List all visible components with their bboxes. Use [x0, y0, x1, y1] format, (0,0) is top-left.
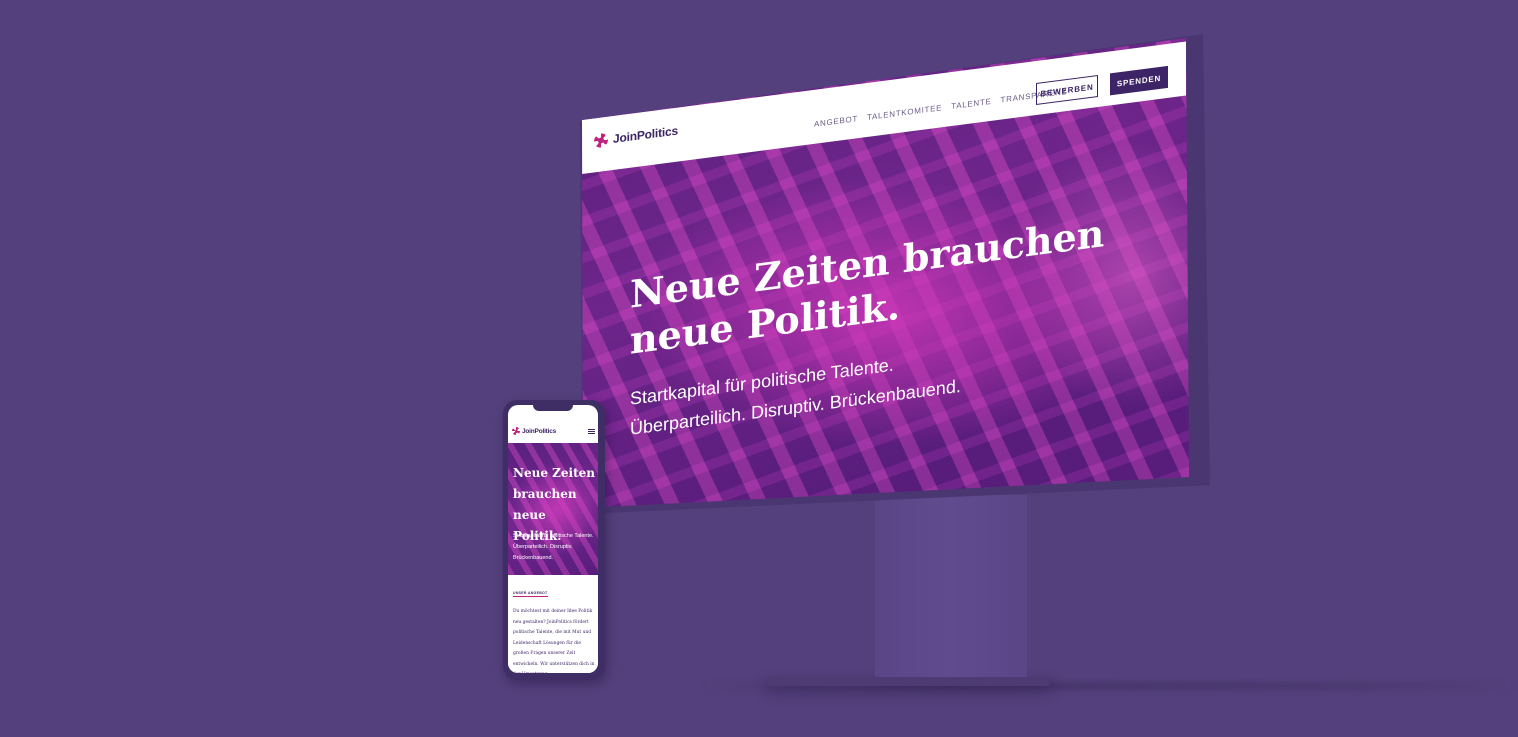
phone-logo-text: JoinPolitics	[522, 427, 557, 435]
phone-notch	[533, 405, 573, 411]
nav-item-angebot[interactable]: ANGEBOT	[814, 114, 858, 129]
phone-site-logo[interactable]: JoinPolitics	[512, 427, 556, 435]
monitor-stand-base	[767, 676, 1049, 686]
phone-screen: JoinPolitics Neue Zeiten brauchen neue P…	[508, 405, 598, 673]
logo-text: JoinPolitics	[613, 123, 678, 146]
phone-hero: Neue Zeiten brauchen neue Politik. Start…	[508, 443, 598, 575]
intro-paragraph: Du möchtest mit deiner Idee Politik neu …	[513, 609, 595, 673]
desktop-screen: JoinPolitics ANGEBOT TALENTKOMITEE TALEN…	[582, 38, 1189, 508]
phone-header: JoinPolitics	[508, 419, 598, 443]
apply-button[interactable]: BEWERBEN	[1036, 74, 1098, 106]
main-nav: ANGEBOT TALENTKOMITEE TALENTE TRANSPAREN…	[814, 87, 1067, 129]
monitor-stand-neck	[875, 495, 1027, 677]
desktop-page: JoinPolitics ANGEBOT TALENTKOMITEE TALEN…	[582, 38, 1186, 508]
joinpolitics-flower-icon	[594, 132, 608, 149]
nav-item-talentkomitee[interactable]: TALENTKOMITEE	[867, 103, 942, 122]
phone-content: UNSER ANGEBOT Du möchtest mit deiner Ide…	[508, 575, 598, 673]
phone-device: JoinPolitics Neue Zeiten brauchen neue P…	[503, 400, 605, 680]
site-header: JoinPolitics ANGEBOT TALENTKOMITEE TALEN…	[582, 41, 1186, 175]
nav-item-talente[interactable]: TALENTE	[951, 97, 991, 111]
phone-hero-subline: Startkapital für politische Talente. Übe…	[513, 533, 594, 561]
site-logo[interactable]: JoinPolitics	[594, 124, 678, 149]
section-label: UNSER ANGEBOT	[513, 591, 548, 597]
hamburger-menu-icon[interactable]	[588, 429, 595, 435]
joinpolitics-flower-icon	[512, 427, 520, 435]
donate-button[interactable]: SPENDEN	[1110, 65, 1168, 96]
